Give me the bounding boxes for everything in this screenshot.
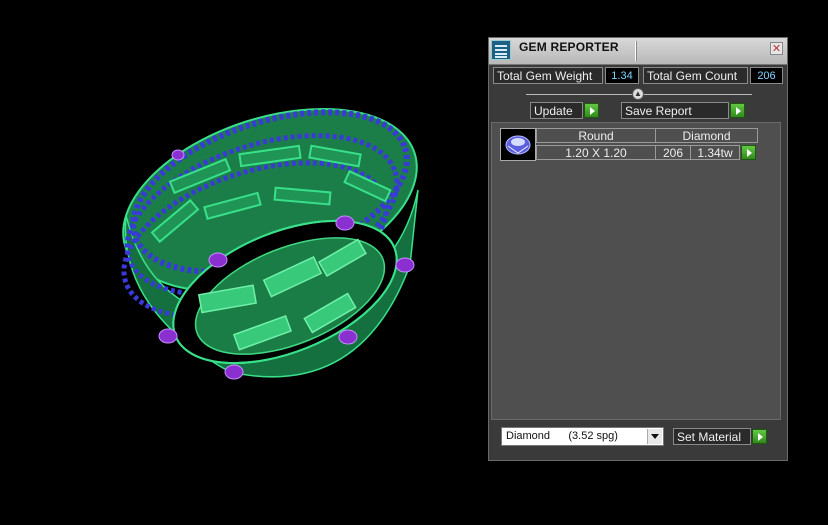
close-button[interactable]: ✕	[770, 42, 783, 55]
gem-weight-cell: 1.34tw	[690, 145, 740, 160]
set-material-button[interactable]: Set Material	[673, 428, 751, 445]
gem-list: Round Diamond 1.20 X 1.20 206 1.34tw	[491, 122, 781, 420]
total-gem-count-label: Total Gem Count	[643, 67, 748, 84]
save-report-go-icon[interactable]	[730, 103, 745, 118]
title-separator	[635, 41, 636, 61]
total-gem-count-value: 206	[750, 67, 783, 84]
gem-reporter-panel: GEM REPORTER ✕ Total Gem Weight 1.34 Tot…	[488, 37, 788, 461]
gem-material-cell: Diamond	[655, 128, 758, 143]
save-report-button[interactable]: Save Report	[621, 102, 729, 119]
gem-row-go-icon[interactable]	[741, 145, 756, 160]
panel-title: GEM REPORTER	[519, 40, 619, 54]
gem-count-cell: 206	[655, 145, 691, 160]
slider-handle[interactable]: ▲	[632, 88, 644, 100]
gem-shape-cell: Round	[536, 128, 656, 143]
ring-model[interactable]	[0, 0, 480, 525]
total-gem-weight-value: 1.34	[605, 67, 639, 84]
update-go-icon[interactable]	[584, 103, 599, 118]
gem-reporter-icon	[491, 40, 511, 60]
update-button[interactable]: Update	[530, 102, 583, 119]
gem-size-cell: 1.20 X 1.20	[536, 145, 656, 160]
total-gem-weight-label: Total Gem Weight	[493, 67, 603, 84]
material-select-value: Diamond (3.52 spg)	[506, 430, 618, 442]
title-bar[interactable]: GEM REPORTER ✕	[489, 38, 787, 65]
chevron-down-icon[interactable]	[647, 429, 662, 444]
set-material-go-icon[interactable]	[752, 429, 767, 444]
material-select[interactable]: Diamond (3.52 spg)	[501, 427, 664, 446]
round-gem-icon[interactable]	[500, 128, 536, 161]
